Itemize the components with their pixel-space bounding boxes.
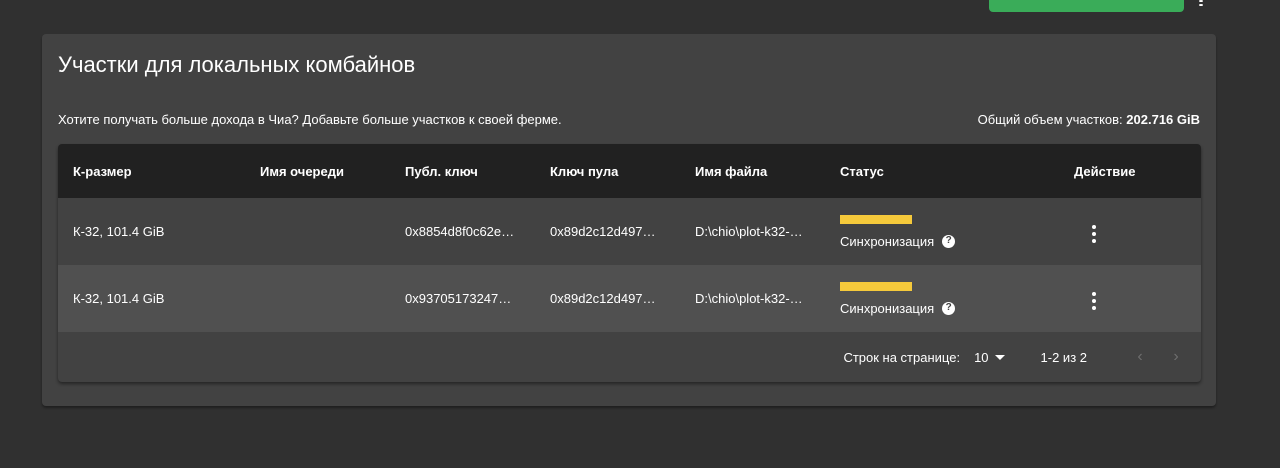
card-description: Хотите получать больше дохода в Чиа? Доб… [58, 112, 562, 127]
status-progress-bar [840, 281, 912, 291]
top-action-button[interactable] [989, 0, 1184, 12]
chevron-right-icon[interactable]: › [1165, 348, 1187, 366]
card-title: Участки для локальных комбайнов [58, 52, 416, 77]
cell-status: Синхронизация ? [825, 265, 1059, 332]
cell-status: Синхронизация ? [825, 198, 1059, 265]
cell-queue [245, 265, 390, 332]
more-vert-icon[interactable] [1084, 221, 1104, 247]
column-header-action: Действие [1074, 163, 1136, 179]
column-header-size: К-размер [73, 163, 132, 179]
more-vert-icon[interactable] [1084, 288, 1104, 314]
column-header-filename: Имя файла [695, 163, 768, 179]
rows-per-page-value: 10 [974, 349, 989, 365]
cell-public-key: 0x93705173247… [405, 291, 512, 306]
status-label: Синхронизация [840, 300, 935, 316]
column-header-pool-key: Ключ пула [550, 163, 619, 179]
top-more-icon[interactable] [1199, 0, 1203, 6]
cell-queue [245, 198, 390, 265]
total-size-value: 202.716 GiB [1126, 112, 1200, 127]
column-header-public-key: Публ. ключ [405, 163, 478, 179]
cell-public-key: 0x8854d8f0c62e… [405, 224, 515, 239]
rows-per-page-label: Строк на странице: [843, 349, 961, 365]
table-header-row: К-размер Имя очереди Публ. ключ Ключ пул… [58, 144, 1201, 198]
table-row: К-32, 101.4 GiB 0x93705173247… 0x89d2c12… [58, 265, 1201, 332]
table-row: К-32, 101.4 GiB 0x8854d8f0c62e… 0x89d2c1… [58, 198, 1201, 265]
help-icon[interactable]: ? [942, 301, 956, 315]
cell-size: К-32, 101.4 GiB [73, 224, 165, 239]
cell-pool-key: 0x89d2c12d497… [550, 291, 656, 306]
plots-table: К-размер Имя очереди Публ. ключ Ключ пул… [58, 144, 1201, 382]
cell-pool-key: 0x89d2c12d497… [550, 224, 656, 239]
page-range: 1-2 из 2 [1040, 349, 1087, 365]
help-icon[interactable]: ? [942, 234, 956, 248]
cell-filename: D:\chio\plot-k32-… [695, 224, 803, 239]
status-progress-bar [840, 214, 912, 224]
total-size: Общий объем участков: 202.716 GiB [978, 112, 1200, 127]
total-size-label: Общий объем участков: [977, 112, 1123, 127]
cell-size: К-32, 101.4 GiB [73, 291, 165, 306]
caret-down-icon [994, 354, 1005, 360]
pagination: Строк на странице: 10 1-2 из 2 ‹ › [58, 332, 1201, 382]
status-label: Синхронизация [840, 233, 935, 249]
chevron-left-icon[interactable]: ‹ [1129, 348, 1151, 366]
plots-card: Участки для локальных комбайнов Хотите п… [42, 34, 1216, 406]
cell-action [1059, 265, 1201, 332]
column-header-queue: Имя очереди [260, 163, 344, 179]
cell-action [1059, 198, 1201, 265]
rows-per-page-select[interactable]: 10 [974, 349, 1005, 365]
cell-filename: D:\chio\plot-k32-… [695, 291, 803, 306]
column-header-status: Статус [840, 163, 884, 179]
